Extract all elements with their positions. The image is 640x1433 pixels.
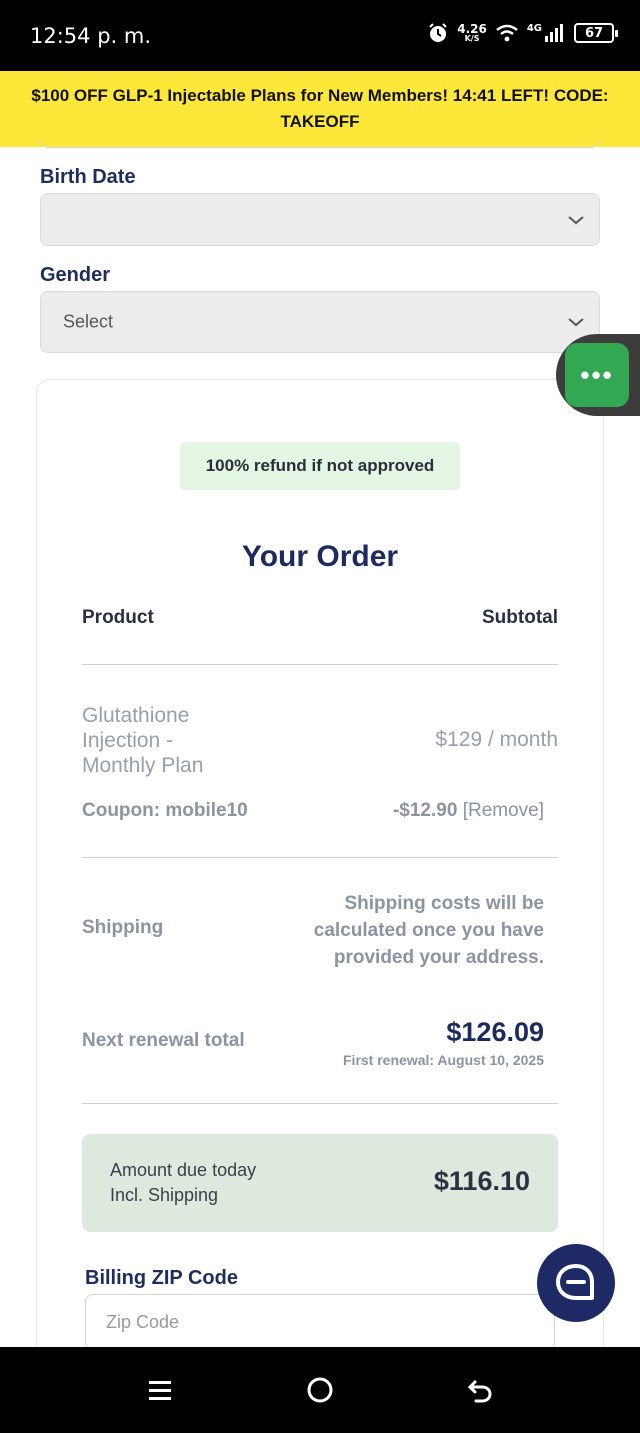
refund-badge: 100% refund if not approved [180, 442, 460, 490]
zip-code-input[interactable] [85, 1294, 555, 1350]
gender-label: Gender [40, 264, 111, 286]
shipping-note: Shipping costs will be calculated once y… [313, 893, 544, 968]
recent-apps-button[interactable] [140, 1375, 180, 1405]
net-speed: 4.26 K/S [457, 22, 487, 43]
divider [82, 664, 558, 665]
birth-date-label: Birth Date [40, 166, 136, 188]
divider [82, 1103, 558, 1104]
status-bar: 12:54 p. m. 4.26 K/S 4G 67 [0, 0, 640, 71]
chat-bubble-icon [556, 1264, 594, 1300]
coupon-remove-link[interactable]: [Remove] [463, 800, 544, 821]
home-button[interactable] [300, 1375, 340, 1405]
amount-due-box: Amount due today Incl. Shipping $116.10 [82, 1134, 558, 1232]
back-icon [467, 1380, 492, 1403]
column-header-subtotal: Subtotal [482, 607, 558, 628]
alarm-icon [429, 23, 447, 42]
renewal-date: First renewal: August 10, 2025 [343, 1052, 544, 1068]
gender-select[interactable]: Select [40, 291, 600, 353]
battery-icon: 67 [574, 23, 618, 43]
network-type: 4G [526, 22, 542, 34]
order-title: Your Order [241, 540, 399, 573]
back-button[interactable] [460, 1375, 500, 1405]
renewal-label: Next renewal total [82, 1030, 245, 1051]
amount-due-label: Amount due today Incl. Shipping [110, 1160, 257, 1205]
promo-text: $100 OFF GLP-1 Injectable Plans for New … [31, 86, 609, 131]
system-nav-bar [0, 1347, 640, 1433]
signal-icon [545, 24, 563, 42]
product-name: Glutathione Injection - Monthly Plan [82, 704, 204, 777]
home-icon [307, 1377, 333, 1403]
chevron-down-icon [568, 318, 584, 327]
product-price: $129 / month [435, 728, 558, 751]
coupon-amount: -$12.90 [392, 800, 458, 821]
chat-support-button[interactable] [537, 1244, 615, 1322]
column-header-product: Product [82, 607, 154, 628]
coupon-label: Coupon: mobile10 [82, 800, 248, 821]
renewal-amount: $126.09 [446, 1017, 544, 1047]
status-time: 12:54 p. m. [30, 24, 152, 48]
divider [82, 857, 558, 858]
gender-value: Select [63, 311, 114, 332]
billing-zip-label: Billing ZIP Code [85, 1267, 238, 1289]
status-icons: 4.26 K/S 4G 67 [427, 22, 618, 44]
recent-apps-icon [149, 1381, 171, 1400]
coupon-value: -$12.90 [Remove] [393, 800, 544, 822]
shipping-label: Shipping [82, 917, 164, 938]
previous-field-edge [40, 140, 600, 148]
birth-date-select[interactable] [40, 193, 600, 246]
more-dots-icon[interactable]: ••• [565, 343, 629, 407]
promo-banner[interactable]: $100 OFF GLP-1 Injectable Plans for New … [0, 71, 640, 147]
wifi-icon [496, 24, 518, 42]
chevron-down-icon [568, 215, 584, 224]
amount-due-value: $116.10 [433, 1166, 530, 1196]
